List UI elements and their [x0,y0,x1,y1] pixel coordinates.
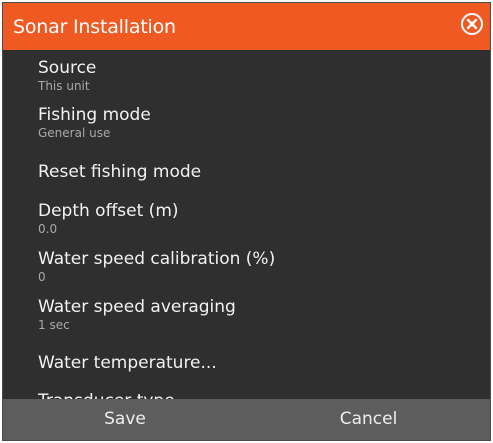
close-button[interactable] [461,13,483,35]
setting-fishing-mode-value: General use [38,126,111,140]
setting-water-speed-averaging-label: Water speed averaging [38,297,236,317]
setting-depth-offset-value: 0.0 [38,222,58,236]
dialog-title-bar: Sonar Installation [3,3,490,50]
save-button[interactable]: Save [3,399,247,440]
setting-depth-offset[interactable]: Depth offset (m) 0.0 [38,201,480,236]
setting-depth-offset-label: Depth offset (m) [38,201,179,221]
setting-fishing-mode[interactable]: Fishing mode General use [38,105,480,140]
close-icon [466,18,478,30]
setting-water-temperature[interactable]: Water temperature... [38,353,480,374]
setting-water-speed-averaging-value: 1 sec [38,318,70,332]
sonar-installation-dialog: Sonar Installation Source This unit Fish… [2,2,491,441]
setting-fishing-mode-label: Fishing mode [38,105,151,125]
cancel-button[interactable]: Cancel [247,399,490,440]
dialog-footer: Save Cancel [3,399,490,440]
setting-water-speed-calibration-value: 0 [38,270,46,284]
setting-water-temperature-label: Water temperature... [38,353,217,373]
setting-reset-fishing-mode[interactable]: Reset fishing mode [38,162,480,183]
setting-water-speed-calibration-label: Water speed calibration (%) [38,249,276,269]
setting-source-label: Source [38,58,97,78]
setting-reset-fishing-mode-label: Reset fishing mode [38,162,202,182]
setting-water-speed-averaging[interactable]: Water speed averaging 1 sec [38,297,480,332]
settings-list[interactable]: Source This unit Fishing mode General us… [3,50,490,401]
setting-water-speed-calibration[interactable]: Water speed calibration (%) 0 [38,249,480,284]
setting-source-value: This unit [38,79,90,93]
setting-source[interactable]: Source This unit [38,58,480,93]
dialog-title: Sonar Installation [13,16,176,38]
